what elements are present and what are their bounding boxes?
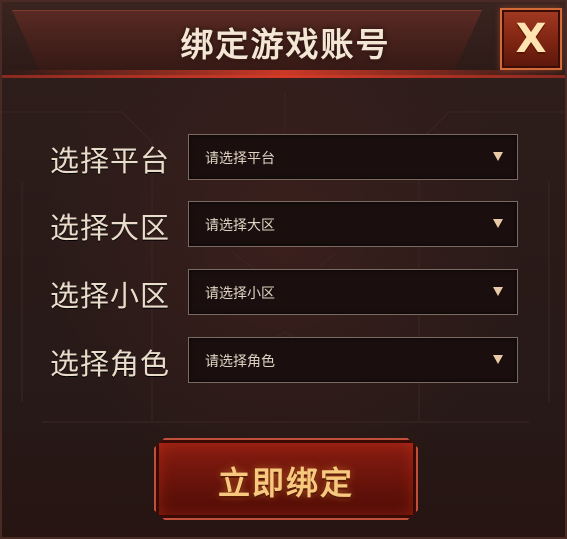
region-select[interactable]: 请选择大区 — [188, 201, 518, 247]
character-select-value: 请选择角色 — [205, 354, 275, 370]
region-select-value: 请选择大区 — [205, 218, 275, 234]
platform-select[interactable]: 请选择平台 — [188, 134, 518, 180]
bind-now-button[interactable]: 立即绑定 — [154, 438, 418, 520]
dropdown-arrow-icon — [493, 152, 503, 161]
dropdown-arrow-icon — [493, 355, 503, 364]
server-row: 选择小区 请选择小区 — [2, 269, 565, 315]
server-select[interactable]: 请选择小区 — [188, 269, 518, 315]
region-label: 选择大区 — [50, 211, 171, 245]
platform-select-value: 请选择平台 — [205, 151, 275, 167]
header-glow — [2, 70, 565, 78]
dialog-title: 绑定游戏账号 — [180, 25, 391, 64]
character-select[interactable]: 请选择角色 — [188, 337, 518, 383]
bind-now-label: 立即绑定 — [217, 464, 354, 502]
server-select-value: 请选择小区 — [205, 286, 275, 302]
close-icon: X — [515, 16, 547, 62]
platform-row: 选择平台 请选择平台 — [2, 134, 565, 180]
character-label: 选择角色 — [50, 347, 171, 381]
character-row: 选择角色 请选择角色 — [2, 337, 565, 383]
dropdown-arrow-icon — [493, 219, 503, 228]
close-button[interactable]: X — [500, 8, 562, 70]
platform-label: 选择平台 — [50, 144, 171, 178]
server-label: 选择小区 — [50, 279, 171, 313]
bind-account-dialog: 绑定游戏账号 X 选择平台 请选择平台 选择大区 请选择大区 选择小区 请选择小… — [0, 0, 567, 539]
dialog-header: 绑定游戏账号 — [2, 2, 565, 78]
region-row: 选择大区 请选择大区 — [2, 201, 565, 247]
dropdown-arrow-icon — [493, 287, 503, 296]
